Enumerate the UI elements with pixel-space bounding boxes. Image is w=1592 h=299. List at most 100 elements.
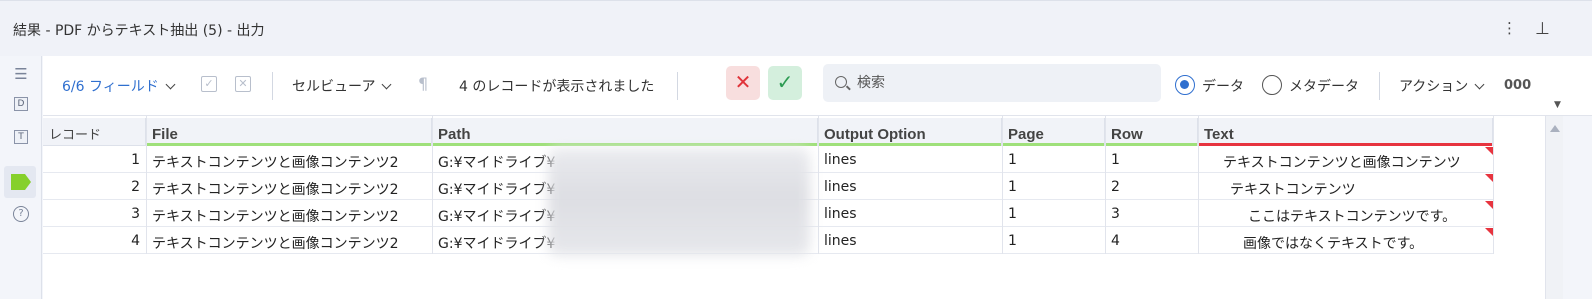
column-header-output-option-label: Output Option [824, 126, 926, 143]
column-header-file[interactable]: File [146, 118, 432, 146]
column-header-page-label: Page [1008, 126, 1044, 143]
row-cell: 4 [1111, 233, 1120, 249]
path-cell: G:¥マイドライブ¥ [438, 209, 556, 225]
action-label: アクション [1399, 79, 1469, 95]
record-cell: 3 [131, 206, 140, 222]
column-header-text-label: Text [1204, 126, 1234, 143]
results-panel: 結果 - PDF からテキスト抽出 (5) - 出力 ⋮ ⊥ ☰ D T ? 6… [0, 0, 1592, 299]
deselect-all-icon[interactable]: ✕ [235, 76, 251, 92]
row-cell: 3 [1111, 206, 1120, 222]
divider [677, 72, 678, 100]
window-title: 結果 - PDF からテキスト抽出 (5) - 出力 [13, 23, 265, 39]
column-header-output-option[interactable]: Output Option [818, 118, 1002, 146]
truncated-indicator-icon [1485, 201, 1493, 209]
fields-label: 6/6 フィールド [62, 79, 159, 95]
text-cell: テキストコンテンツ [1230, 182, 1356, 198]
path-cell: G:¥マイドライブ¥ [438, 236, 556, 252]
column-divider [146, 116, 147, 254]
more-vertical-icon[interactable]: ⋮ [1502, 19, 1517, 37]
column-type-indicator [432, 143, 817, 146]
tag-icon[interactable] [11, 172, 31, 192]
divider [272, 72, 273, 100]
file-cell: テキストコンテンツと画像コンテンツ2 [152, 236, 399, 252]
pin-icon[interactable]: ⊥ [1535, 19, 1550, 39]
action-dropdown[interactable]: アクション [1399, 76, 1485, 96]
search-box [823, 64, 1161, 102]
help-icon[interactable]: ? [11, 204, 31, 224]
metadata-radio[interactable] [1262, 75, 1282, 95]
column-type-indicator [818, 143, 1001, 146]
cancel-button[interactable]: ✕ [726, 66, 760, 100]
chevron-down-icon [165, 79, 176, 90]
row-cell: 1 [1111, 152, 1120, 168]
column-header-path[interactable]: Path [432, 118, 818, 146]
column-type-indicator [1198, 143, 1492, 146]
column-divider [1493, 116, 1494, 254]
fields-dropdown[interactable]: 6/6 フィールド [62, 76, 176, 96]
truncated-indicator-icon [1485, 174, 1493, 182]
chevron-down-icon [382, 79, 392, 90]
page-cell: 1 [1008, 179, 1017, 195]
record-cell: 1 [131, 152, 140, 168]
output-option-cell: lines [824, 233, 857, 249]
column-header-page[interactable]: Page [1002, 118, 1105, 146]
chevron-down-icon [1474, 79, 1485, 90]
page-cell: 1 [1008, 233, 1017, 249]
text-cell: テキストコンテンツと画像コンテンツ [1223, 155, 1461, 171]
column-divider [1198, 116, 1199, 254]
data-radio[interactable] [1175, 75, 1195, 95]
column-divider [1105, 116, 1106, 254]
search-input[interactable] [857, 73, 1147, 93]
search-icon [835, 76, 847, 88]
truncated-indicator-icon [1485, 147, 1493, 155]
file-cell: テキストコンテンツと画像コンテンツ2 [152, 155, 399, 171]
column-divider [818, 116, 819, 254]
text-view-icon[interactable]: T [11, 127, 31, 147]
pilcrow-icon[interactable]: ¶ [418, 74, 428, 93]
column-header-row[interactable]: Row [1105, 118, 1198, 146]
more-options-button[interactable]: 000 [1504, 78, 1531, 93]
record-cell: 2 [131, 179, 140, 195]
column-divider [432, 116, 433, 254]
record-cell: 4 [131, 233, 140, 249]
file-cell: テキストコンテンツと画像コンテンツ2 [152, 182, 399, 198]
page-cell: 1 [1008, 206, 1017, 222]
page-cell: 1 [1008, 152, 1017, 168]
redacted-path-region [548, 148, 810, 256]
confirm-button[interactable]: ✓ [768, 66, 802, 100]
output-option-cell: lines [824, 206, 857, 222]
column-type-indicator [146, 143, 431, 146]
scroll-up-icon[interactable] [1550, 125, 1560, 132]
text-cell: ここはテキストコンテンツです。 [1248, 209, 1457, 225]
column-divider [1002, 116, 1003, 254]
text-cell: 画像ではなくテキストです。 [1243, 236, 1424, 252]
output-option-cell: lines [824, 152, 857, 168]
data-radio-label: データ [1202, 79, 1244, 95]
column-type-indicator [1105, 143, 1197, 146]
results-toolbar: 6/6 フィールド ✓ ✕ セルビューア ¶ 4 のレコードが表示されました ✕… [43, 56, 1592, 116]
title-bar: 結果 - PDF からテキスト抽出 (5) - 出力 ⋮ ⊥ [0, 0, 1592, 56]
row-cell: 2 [1111, 179, 1120, 195]
metadata-radio-label: メタデータ [1289, 79, 1359, 95]
path-cell: G:¥マイドライブ¥ [438, 155, 556, 171]
left-rail: ☰ D T ? [0, 56, 42, 299]
column-header-file-label: File [152, 126, 178, 143]
column-header-path-label: Path [438, 126, 471, 143]
file-cell: テキストコンテンツと画像コンテンツ2 [152, 209, 399, 225]
truncated-indicator-icon [1485, 228, 1493, 236]
cell-viewer-label: セルビューア [292, 79, 376, 95]
output-option-cell: lines [824, 179, 857, 195]
select-all-icon[interactable]: ✓ [201, 76, 217, 92]
collapse-toolbar-icon[interactable]: ▼ [1554, 100, 1564, 110]
column-header-text[interactable]: Text [1198, 118, 1493, 146]
column-type-indicator [1002, 143, 1104, 146]
column-header-record[interactable]: レコード [43, 118, 146, 146]
column-header-row-label: Row [1111, 126, 1143, 143]
cell-viewer-dropdown[interactable]: セルビューア [292, 76, 392, 96]
divider [1379, 72, 1380, 100]
path-cell: G:¥マイドライブ¥ [438, 182, 556, 198]
list-icon[interactable]: ☰ [11, 64, 31, 84]
vertical-scrollbar[interactable] [1545, 116, 1563, 299]
data-view-icon[interactable]: D [11, 94, 31, 114]
record-count-status: 4 のレコードが表示されました [459, 79, 655, 95]
